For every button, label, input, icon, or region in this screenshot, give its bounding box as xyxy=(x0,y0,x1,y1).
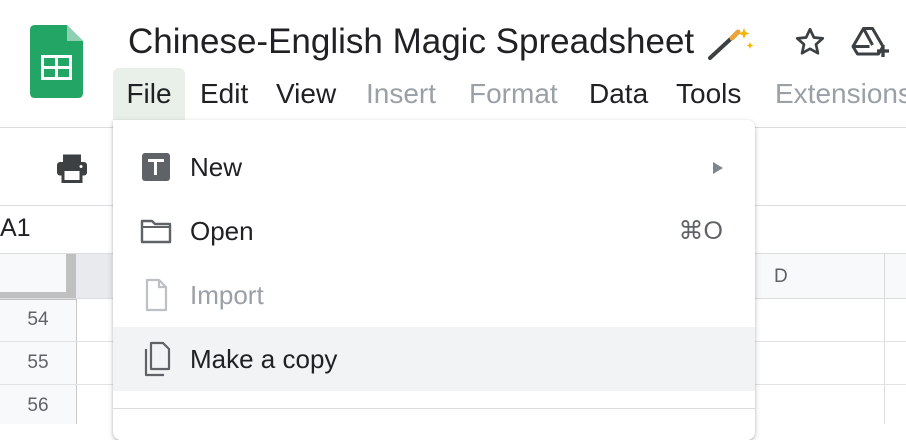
keyboard-shortcut: ⌘O xyxy=(678,217,723,245)
menu-item-label: Open xyxy=(190,216,254,246)
folder-icon xyxy=(140,219,172,244)
menu-insert[interactable]: Insert xyxy=(366,68,436,120)
row-number[interactable]: 54 xyxy=(0,299,76,341)
row-number[interactable]: 56 xyxy=(0,385,76,427)
menu-item-import[interactable]: Import xyxy=(113,263,755,327)
menu-divider xyxy=(113,408,755,409)
menu-item-make-a-copy[interactable]: Make a copy xyxy=(113,327,755,391)
menu-view[interactable]: View xyxy=(276,68,336,120)
menu-item-label: Make a copy xyxy=(190,344,338,374)
document-title[interactable]: Chinese-English Magic Spreadsheet xyxy=(128,20,694,64)
row-number[interactable]: 55 xyxy=(0,342,76,384)
file-icon xyxy=(145,278,168,312)
menu-item-label: Import xyxy=(190,280,264,310)
sheets-logo[interactable] xyxy=(30,25,83,98)
menu-tools[interactable]: Tools xyxy=(676,68,741,120)
submenu-arrow-icon xyxy=(713,162,723,174)
menu-extensions[interactable]: Extensions xyxy=(775,68,906,120)
column-header-cell[interactable] xyxy=(76,254,112,298)
magic-wand-icon xyxy=(708,28,754,60)
column-separator xyxy=(884,254,885,424)
menu-format[interactable]: Format xyxy=(469,68,558,120)
menu-item-new[interactable]: New xyxy=(113,135,755,199)
menu-edit[interactable]: Edit xyxy=(200,68,248,120)
file-menu-dropdown: New Open ⌘O Import Make a copy xyxy=(113,120,755,440)
move-to-drive-icon[interactable] xyxy=(850,24,892,60)
menu-file[interactable]: File xyxy=(113,68,185,120)
copy-icon xyxy=(144,341,171,377)
print-icon[interactable] xyxy=(54,150,90,186)
column-header-d[interactable]: D xyxy=(774,266,788,288)
new-doc-icon xyxy=(142,153,170,181)
star-icon[interactable] xyxy=(792,24,828,60)
name-box[interactable]: A1 xyxy=(0,214,31,243)
menu-item-label: New xyxy=(190,152,243,182)
menu-item-open[interactable]: Open ⌘O xyxy=(113,199,755,263)
menu-data[interactable]: Data xyxy=(589,68,648,120)
